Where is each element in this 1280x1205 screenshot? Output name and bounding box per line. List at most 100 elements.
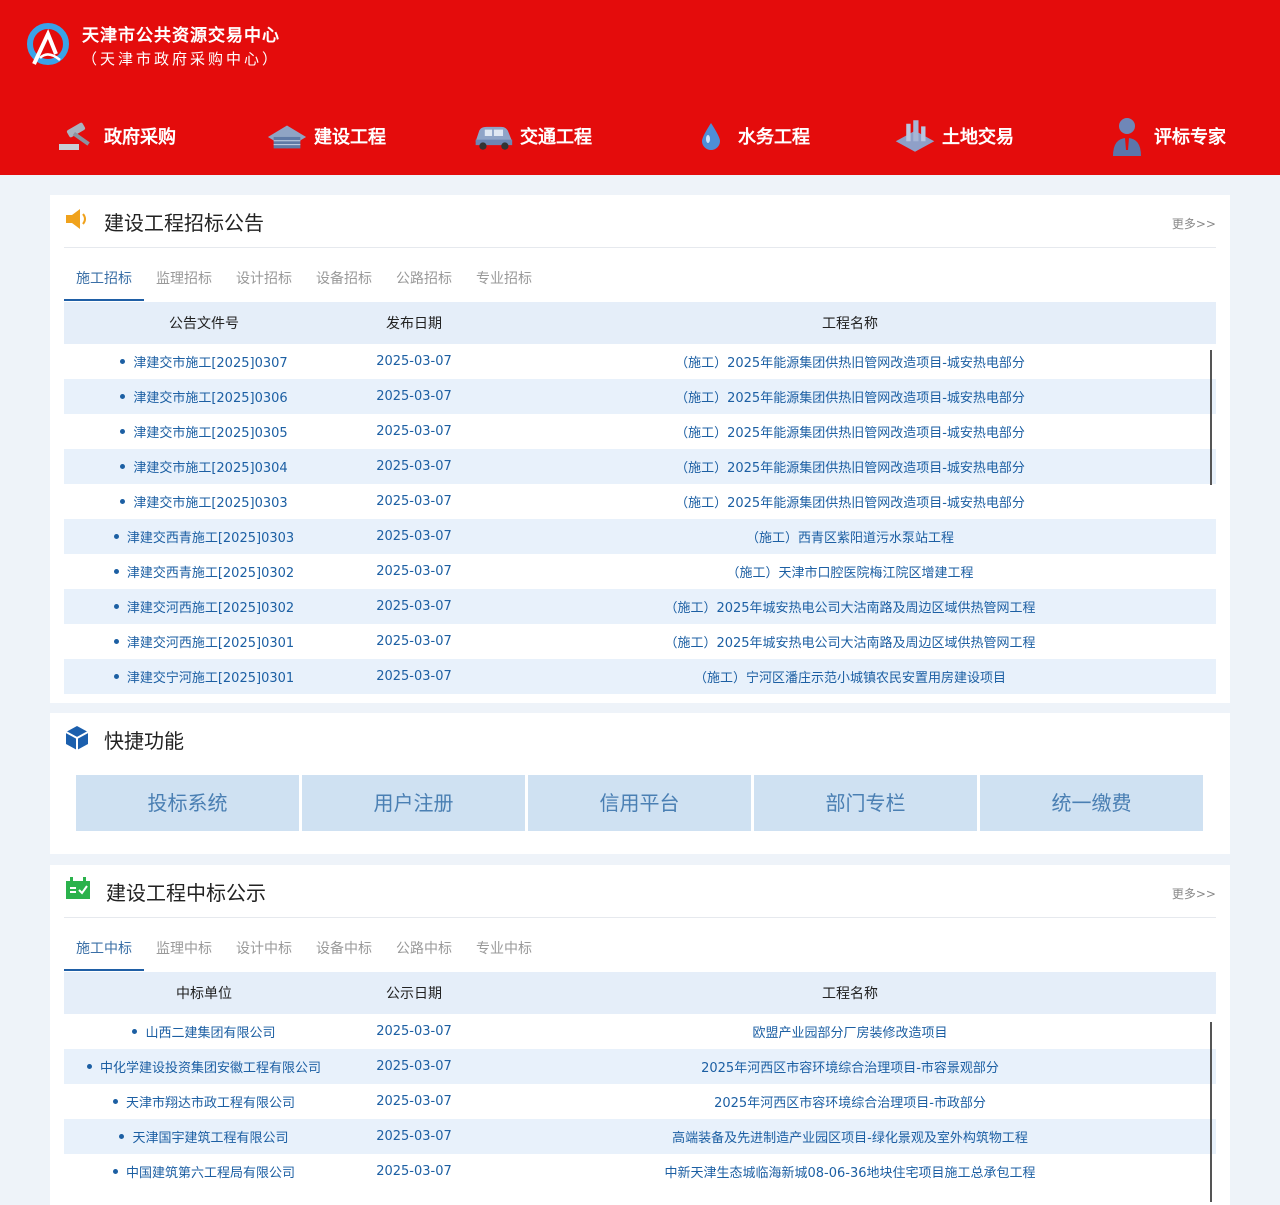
column-header: 工程名称	[822, 986, 878, 1002]
cell-first[interactable]: 天津国宇建筑工程有限公司	[132, 1131, 288, 1146]
cell-project-name[interactable]: 中新天津生态城临海新城08-06-36地块住宅项目施工总承包工程	[664, 1166, 1035, 1181]
cell-project-name[interactable]: 2025年河西区市容环境综合治理项目-市容景观部分	[701, 1061, 999, 1076]
tab-highway-award[interactable]: 公路中标	[384, 929, 464, 971]
cell-project-name[interactable]: （施工）2025年能源集团供热旧管网改造项目-城安热电部分	[675, 461, 1025, 476]
speaker-icon	[64, 207, 90, 235]
bullet-icon	[112, 1169, 118, 1174]
cell-first[interactable]: 天津市翔达市政工程有限公司	[126, 1096, 295, 1111]
bidding-system-button[interactable]: 投标系统	[76, 775, 299, 831]
tender-scrollbar[interactable]	[1210, 350, 1212, 485]
bullet-icon	[113, 674, 119, 679]
cell-first[interactable]: 津建交宁河施工[2025]0301	[127, 671, 294, 686]
tab-equipment-award[interactable]: 设备中标	[304, 929, 384, 971]
cell-project-name[interactable]: 高端装备及先进制造产业园区项目-绿化景观及室外构筑物工程	[672, 1131, 1028, 1146]
nav-label: 土地交易	[942, 127, 1014, 148]
tab-construction-tender[interactable]: 施工招标	[64, 259, 144, 301]
table-row[interactable]: 津建交市施工[2025]0303 2025-03-07 （施工）2025年能源集团供…	[64, 484, 1216, 519]
cell-first[interactable]: 中化学建设投资集团安徽工程有限公司	[100, 1061, 321, 1076]
tab-supervision-tender[interactable]: 监理招标	[144, 259, 224, 301]
department-column-button[interactable]: 部门专栏	[754, 775, 977, 831]
cell-project-name[interactable]: （施工）2025年能源集团供热旧管网改造项目-城安热电部分	[675, 496, 1025, 511]
column-header: 工程名称	[822, 316, 878, 332]
tab-design-award[interactable]: 设计中标	[224, 929, 304, 971]
cell-first[interactable]: 津建交市施工[2025]0307	[133, 356, 287, 371]
bullet-icon	[112, 1099, 118, 1104]
table-row[interactable]: 中化学建设投资集团安徽工程有限公司 2025-03-07 2025年河西区市容环境综…	[64, 1049, 1216, 1084]
bullet-icon	[120, 359, 126, 364]
unified-payment-button[interactable]: 统一缴费	[980, 775, 1203, 831]
tender-table: 公告文件号 发布日期 工程名称 津建交市施工[2025]0307 2025-03-…	[64, 302, 1216, 694]
tab-highway-tender[interactable]: 公路招标	[384, 259, 464, 301]
cell-first[interactable]: 津建交河西施工[2025]0302	[127, 601, 294, 616]
cell-project-name[interactable]: （施工）2025年能源集团供热旧管网改造项目-城安热电部分	[675, 391, 1025, 406]
table-header: 中标单位 公示日期 工程名称	[64, 972, 1216, 1014]
nav-item-expert[interactable]: 评标专家	[1106, 110, 1226, 162]
cell-project-name[interactable]: 2025年河西区市容环境综合治理项目-市政部分	[714, 1096, 986, 1111]
nav-item-traffic[interactable]: 交通工程	[472, 110, 592, 162]
nav-item-water[interactable]: 水务工程	[690, 110, 810, 162]
table-row[interactable]: 中国建筑第六工程局有限公司 2025-03-07 中新天津生态城临海新城08-06-…	[64, 1154, 1216, 1189]
tab-construction-award[interactable]: 施工中标	[64, 929, 144, 971]
cell-first[interactable]: 津建交西青施工[2025]0303	[127, 531, 294, 546]
tender-more-link[interactable]: 更多>>	[1172, 215, 1216, 232]
table-row[interactable]: 津建交河西施工[2025]0301 2025-03-07 （施工）2025年城安热电…	[64, 624, 1216, 659]
user-register-button[interactable]: 用户注册	[302, 775, 525, 831]
cell-first[interactable]: 津建交市施工[2025]0303	[133, 496, 287, 511]
tender-tabs: 施工招标 监理招标 设计招标 设备招标 公路招标 专业招标	[64, 259, 544, 301]
cell-date: 2025-03-07	[376, 529, 452, 544]
cell-date: 2025-03-07	[376, 389, 452, 404]
cell-first[interactable]: 山西二建集团有限公司	[145, 1026, 275, 1041]
site-header: 天津市公共资源交易中心 （天津市政府采购中心） 政府采购 建设工程 交通工程 水…	[0, 0, 1280, 175]
table-row[interactable]: 山西二建集团有限公司 2025-03-07 欧盟产业园部分厂房装修改造项目	[64, 1014, 1216, 1049]
cell-project-name[interactable]: 欧盟产业园部分厂房装修改造项目	[752, 1026, 947, 1041]
main-nav: 政府采购 建设工程 交通工程 水务工程 土地交易 评标专家	[0, 110, 1280, 162]
cell-project-name[interactable]: （施工）西青区紫阳道污水泵站工程	[746, 531, 954, 546]
cell-date: 2025-03-07	[376, 564, 452, 579]
nav-item-construction[interactable]: 建设工程	[266, 110, 386, 162]
cell-date: 2025-03-07	[376, 1094, 452, 1109]
gavel-icon	[56, 115, 98, 157]
tab-design-tender[interactable]: 设计招标	[224, 259, 304, 301]
cell-date: 2025-03-07	[376, 599, 452, 614]
table-row[interactable]: 津建交市施工[2025]0307 2025-03-07 （施工）2025年能源集团供…	[64, 344, 1216, 379]
table-row[interactable]: 津建交市施工[2025]0304 2025-03-07 （施工）2025年能源集团供…	[64, 449, 1216, 484]
nav-item-land[interactable]: 土地交易	[894, 110, 1014, 162]
cell-project-name[interactable]: （施工）2025年能源集团供热旧管网改造项目-城安热电部分	[675, 356, 1025, 371]
table-row[interactable]: 天津国宇建筑工程有限公司 2025-03-07 高端装备及先进制造产业园区项目-绿化…	[64, 1119, 1216, 1154]
cell-first[interactable]: 津建交市施工[2025]0306	[133, 391, 287, 406]
bullet-icon	[119, 1134, 125, 1139]
cell-date: 2025-03-07	[376, 354, 452, 369]
nav-label: 政府采购	[104, 127, 176, 148]
cell-first[interactable]: 津建交西青施工[2025]0302	[127, 566, 294, 581]
award-scrollbar[interactable]	[1210, 1022, 1212, 1202]
quick-panel: 快捷功能 投标系统 用户注册 信用平台 部门专栏 统一缴费	[50, 713, 1230, 854]
table-row[interactable]: 津建交市施工[2025]0306 2025-03-07 （施工）2025年能源集团供…	[64, 379, 1216, 414]
tab-specialty-award[interactable]: 专业中标	[464, 929, 544, 971]
tab-specialty-tender[interactable]: 专业招标	[464, 259, 544, 301]
award-tabs: 施工中标 监理中标 设计中标 设备中标 公路中标 专业中标	[64, 929, 544, 971]
award-more-link[interactable]: 更多>>	[1172, 885, 1216, 902]
tab-supervision-award[interactable]: 监理中标	[144, 929, 224, 971]
column-header: 中标单位	[176, 986, 232, 1002]
table-row[interactable]: 津建交西青施工[2025]0303 2025-03-07 （施工）西青区紫阳道污水泵…	[64, 519, 1216, 554]
site-logo[interactable]: 天津市公共资源交易中心 （天津市政府采购中心）	[26, 20, 280, 70]
table-row[interactable]: 津建交西青施工[2025]0302 2025-03-07 （施工）天津市口腔医院梅江…	[64, 554, 1216, 589]
cell-project-name[interactable]: （施工）宁河区潘庄示范小城镇农民安置用房建设项目	[694, 671, 1006, 686]
cell-project-name[interactable]: （施工）天津市口腔医院梅江院区增建工程	[726, 566, 973, 581]
cell-project-name[interactable]: （施工）2025年城安热电公司大沽南路及周边区域供热管网工程	[664, 636, 1035, 651]
credit-platform-button[interactable]: 信用平台	[528, 775, 751, 831]
tab-equipment-tender[interactable]: 设备招标	[304, 259, 384, 301]
cell-date: 2025-03-07	[376, 1164, 452, 1179]
table-row[interactable]: 天津市翔达市政工程有限公司 2025-03-07 2025年河西区市容环境综合治理项…	[64, 1084, 1216, 1119]
cell-first[interactable]: 津建交市施工[2025]0304	[133, 461, 287, 476]
cell-first[interactable]: 中国建筑第六工程局有限公司	[126, 1166, 295, 1181]
cell-date: 2025-03-07	[376, 1024, 452, 1039]
cell-project-name[interactable]: （施工）2025年城安热电公司大沽南路及周边区域供热管网工程	[664, 601, 1035, 616]
cell-project-name[interactable]: （施工）2025年能源集团供热旧管网改造项目-城安热电部分	[675, 426, 1025, 441]
table-row[interactable]: 津建交河西施工[2025]0302 2025-03-07 （施工）2025年城安热电…	[64, 589, 1216, 624]
cell-first[interactable]: 津建交河西施工[2025]0301	[127, 636, 294, 651]
table-row[interactable]: 津建交宁河施工[2025]0301 2025-03-07 （施工）宁河区潘庄示范小城…	[64, 659, 1216, 694]
cell-first[interactable]: 津建交市施工[2025]0305	[133, 426, 287, 441]
nav-item-procurement[interactable]: 政府采购	[56, 110, 176, 162]
table-row[interactable]: 津建交市施工[2025]0305 2025-03-07 （施工）2025年能源集团供…	[64, 414, 1216, 449]
